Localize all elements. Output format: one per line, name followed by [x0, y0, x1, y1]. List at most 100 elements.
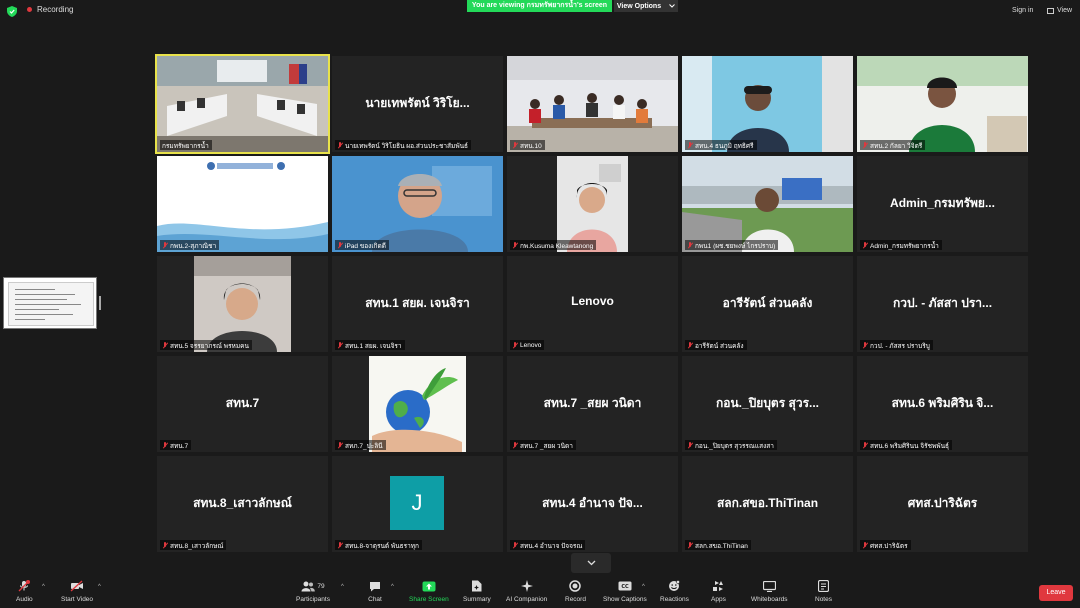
shield-icon[interactable] [7, 6, 17, 17]
participant-name-label: สทภ.7_ปะลินี [335, 440, 386, 450]
participant-tile[interactable]: นายเทพรัตน์ วิริโย... นายเทพรัตน์ วิริโยธ… [332, 56, 503, 152]
view-button[interactable]: View [1047, 7, 1072, 14]
participant-display-name: สทน.1 สยผ. เจนจิรา [365, 296, 470, 310]
audio-options-caret[interactable]: ^ [42, 584, 45, 590]
reactions-button[interactable]: Reactions [660, 580, 689, 603]
participant-tile[interactable]: อารีรัตน์ ส่วนคลัง อารีรัตน์ ส่วนคลัง [682, 256, 853, 352]
participant-tile[interactable]: iPad ของเกิดดี [332, 156, 503, 252]
participant-tile[interactable]: สทน.1 สยผ. เจนจิรา สทน.1 สยผ. เจนจิรา [332, 256, 503, 352]
participants-options-caret[interactable]: ^ [341, 584, 344, 590]
participant-tile[interactable]: J สทน.8-จาตุรนต์ พันธราทุก [332, 456, 503, 552]
summary-button[interactable]: Summary [463, 580, 491, 603]
video-options-caret[interactable]: ^ [98, 584, 101, 590]
participant-tile[interactable]: สทน.7 _สยผ วนิดา สทน.7 _สยผ วนิดา [507, 356, 678, 452]
mic-muted-icon [337, 242, 343, 249]
start-video-button[interactable]: Start Video [61, 580, 93, 603]
participant-name: สทน.4 ธนภูมิ ฤทธิศรี [695, 142, 754, 150]
participant-name: สลก.สขอ.ThiTinan [695, 542, 748, 550]
participant-tile[interactable]: กพน.2-สุภาณิชา [157, 156, 328, 252]
participant-video [857, 56, 1028, 152]
participant-name-label: Lenovo [510, 340, 545, 350]
leave-button[interactable]: Leave [1039, 585, 1073, 601]
participant-tile[interactable]: สทภ.7_ปะลินี [332, 356, 503, 452]
participant-tile[interactable]: สทน.5 จรรยาภรณ์ พรหมคน [157, 256, 328, 352]
participant-tile[interactable]: สลก.สขอ.ThiTinan สลก.สขอ.ThiTinan [682, 456, 853, 552]
top-bar: Recording You are viewing กรมทรัพยากรน้ำ… [0, 0, 1080, 24]
participant-tile[interactable]: สทน.6 พริมศิริน จิ... สทน.6 พริมศิรินน จิ… [857, 356, 1028, 452]
participant-name: กอน._ปิยบุตร สุวรรณแสงสา [695, 442, 774, 450]
participant-name: กพน.2-สุภาณิชา [170, 242, 217, 250]
shared-screen-thumbnail[interactable] [3, 277, 97, 329]
captions-options-caret[interactable]: ^ [642, 584, 645, 590]
mic-muted-icon [862, 142, 868, 149]
participant-tile[interactable]: ศทส.ปาริฉัตร ศทส.ปาริฉัตร [857, 456, 1028, 552]
ai-sparkle-icon [520, 580, 534, 592]
participant-video [332, 156, 503, 252]
recording-dot-icon [27, 7, 32, 12]
participant-name: สทน.7 [170, 442, 189, 450]
ai-companion-button[interactable]: AI Companion [506, 580, 547, 603]
participant-name: กพน1 (ผช.ชยพงษ์ ไกรปราบ) [695, 242, 776, 250]
recording-indicator[interactable]: Recording [27, 5, 73, 14]
participant-tile[interactable]: สทน.2 กัลยา วิจิตรี [857, 56, 1028, 152]
mic-muted-icon [862, 542, 868, 549]
sign-in-link[interactable]: Sign in [1012, 7, 1033, 14]
participant-name: นายเทพรัตน์ วิริโยธิน ผอ.ส่วนประชาสัมพัน… [345, 142, 469, 150]
apps-button[interactable]: Apps [711, 580, 726, 603]
share-screen-button[interactable]: Share Screen [409, 580, 449, 603]
mic-muted-icon [687, 142, 693, 149]
participants-label: Participants [296, 596, 330, 603]
participant-tile[interactable]: กอน._ปิยบุตร สุวร... กอน._ปิยบุตร สุวรรณแ… [682, 356, 853, 452]
show-captions-label: Show Captions [603, 596, 647, 603]
mic-muted-icon [512, 342, 518, 349]
mic-muted-icon [512, 442, 518, 449]
participant-name-label: อารีรัตน์ ส่วนคลัง [685, 340, 747, 350]
participant-name: สทน.8_เสาวลักษณ์ [170, 542, 224, 550]
record-label: Record [565, 596, 586, 603]
participant-name-label: นายเทพรัตน์ วิริโยธิน ผอ.ส่วนประชาสัมพัน… [335, 140, 472, 150]
view-label: View [1057, 7, 1073, 14]
mic-muted-icon [862, 442, 868, 449]
participant-name-label: กพน.2-สุภาณิชา [160, 240, 220, 250]
participant-name-label: กวป. - ภัสสร ปราบริบู [860, 340, 933, 350]
participant-avatar: J [390, 476, 444, 530]
participant-name-label: สทน.2 กัลยา วิจิตรี [860, 140, 926, 150]
mic-muted-icon [862, 342, 868, 349]
notes-icon [816, 580, 830, 592]
participant-tile[interactable]: Admin_กรมทรัพย... Admin_กรมทรัพยากรน้ำ [857, 156, 1028, 252]
notes-button[interactable]: Notes [815, 580, 832, 603]
view-options-button[interactable]: View Options [614, 0, 678, 12]
participant-name-label: Admin_กรมทรัพยากรน้ำ [860, 240, 942, 250]
participant-video [507, 56, 678, 152]
participant-name: สทน.8-จาตุรนต์ พันธราทุก [345, 542, 419, 550]
participant-name-label: สทน.1 สยผ. เจนจิรา [335, 340, 405, 350]
participant-tile[interactable]: สทน.4 ธนภูมิ ฤทธิศรี [682, 56, 853, 152]
participants-button[interactable]: 79 Participants [296, 580, 330, 603]
apps-icon [711, 580, 725, 592]
show-captions-button[interactable]: CC Show Captions [603, 580, 647, 603]
chat-button[interactable]: Chat [368, 580, 382, 603]
audio-button[interactable]: Audio [16, 580, 33, 603]
participant-tile[interactable]: สทน.10 [507, 56, 678, 152]
participant-tile[interactable]: Lenovo Lenovo [507, 256, 678, 352]
participant-video [157, 56, 328, 152]
participant-tile[interactable]: กวป. - ภัสสา ปรา... กวป. - ภัสสร ปราบริบู [857, 256, 1028, 352]
participant-name: สทน.5 จรรยาภรณ์ พรหมคน [170, 342, 249, 350]
participant-name-label: กรมทรัพยากรน้ำ [160, 140, 212, 150]
participant-tile[interactable]: สทน.8_เสาวลักษณ์ สทน.8_เสาวลักษณ์ [157, 456, 328, 552]
participant-display-name: สทน.6 พริมศิริน จิ... [891, 396, 994, 410]
chat-options-caret[interactable]: ^ [391, 584, 394, 590]
mic-muted-icon [17, 580, 31, 592]
participant-tile[interactable]: สทน.7 สทน.7 [157, 356, 328, 452]
mic-muted-icon [337, 442, 343, 449]
participant-name: สทน.1 สยผ. เจนจิรา [345, 342, 402, 350]
participant-tile[interactable]: กรมทรัพยากรน้ำ [155, 54, 330, 154]
participant-tile[interactable]: สทน.4 อำนาจ ปัจ... สทน.4 อำนาจ ปัจจรณ [507, 456, 678, 552]
participant-tile[interactable]: กพ.Kusuma Kleawtanong [507, 156, 678, 252]
participant-video [507, 156, 678, 252]
record-button[interactable]: Record [565, 580, 586, 603]
whiteboards-button[interactable]: Whiteboards [751, 580, 788, 603]
collapse-grid-button[interactable] [571, 553, 611, 573]
participant-tile[interactable]: กพน1 (ผช.ชยพงษ์ ไกรปราบ) [682, 156, 853, 252]
thumbnail-drag-handle[interactable] [99, 296, 101, 310]
